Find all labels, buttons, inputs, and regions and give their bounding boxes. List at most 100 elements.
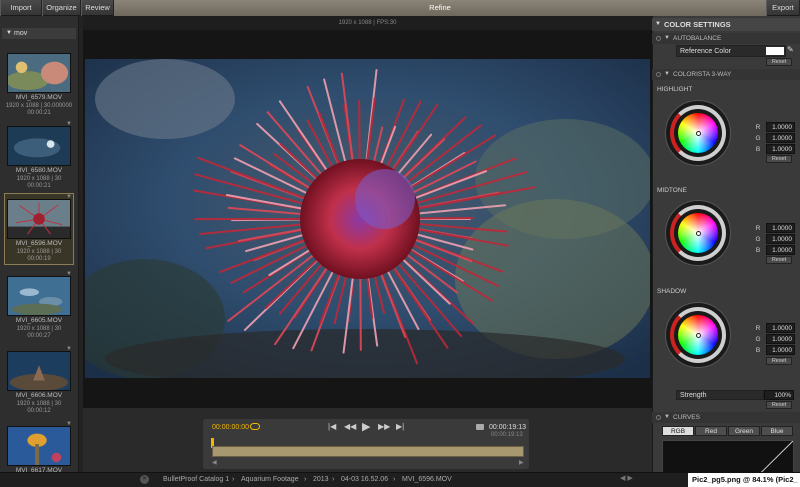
- autobalance-header[interactable]: ▼ AUTOBALANCE: [652, 33, 800, 44]
- trim-right-icon[interactable]: ▶: [519, 459, 524, 466]
- clip-duration: 00:00:21: [27, 110, 51, 116]
- timeline-track[interactable]: [212, 446, 524, 457]
- clip-name: MVI_6580.MOV: [15, 167, 63, 174]
- clip-item[interactable]: MVI_6579.MOV 1920 x 1088 | 30.000000 00:…: [4, 47, 74, 119]
- refine-tab[interactable]: Refine: [114, 0, 766, 16]
- highlight-g-field[interactable]: G 1.0000: [753, 133, 795, 144]
- highlight-r-field[interactable]: R 1.0000: [753, 122, 795, 133]
- midtone-reset-button[interactable]: Reset: [766, 256, 792, 264]
- export-button[interactable]: Export: [766, 0, 800, 16]
- tab-rgb[interactable]: RGB: [662, 426, 694, 436]
- clip-thumbnail: [7, 199, 71, 239]
- play-icon[interactable]: ▶: [362, 420, 370, 433]
- trim-left-icon[interactable]: ◀: [212, 459, 217, 466]
- clip-duration: 00:00:12: [27, 408, 51, 414]
- value[interactable]: 1.0000: [766, 144, 795, 154]
- shadow-reset-button[interactable]: Reset: [766, 357, 792, 365]
- video-info: 1920 x 1088 | FPS:30: [83, 16, 652, 30]
- breadcrumb-separator-icon: ›: [332, 476, 335, 483]
- breadcrumb-separator-icon: ›: [393, 476, 396, 483]
- power-toggle-icon[interactable]: [656, 72, 661, 77]
- collapse-triangle-icon[interactable]: ▼: [664, 33, 670, 44]
- autobalance-reset-button[interactable]: Reset: [766, 58, 792, 66]
- fast-forward-icon[interactable]: ▶▶: [378, 422, 390, 431]
- value[interactable]: 1.0000: [766, 345, 795, 355]
- value[interactable]: 1.0000: [766, 323, 795, 333]
- collapse-triangle-icon[interactable]: ▼: [6, 28, 12, 39]
- clip-item-selected[interactable]: ▼ MVI_6596.MOV 1920 x 1088 | 30 00:00:19: [4, 193, 74, 265]
- strength-input[interactable]: 100%: [764, 390, 794, 400]
- breadcrumb-date[interactable]: 04-03 16.52.06: [341, 473, 388, 487]
- strength-reset-button[interactable]: Reset: [766, 401, 792, 409]
- clip-thumbnail: [7, 426, 71, 466]
- in-timecode[interactable]: 00:00:00:00: [212, 424, 249, 431]
- transport-controls: |◀ ◀◀ ▶ ▶▶ ▶|: [328, 420, 408, 434]
- bin-header[interactable]: ▼ mov: [2, 28, 76, 39]
- midtone-r-field[interactable]: R 1.0000: [753, 223, 795, 234]
- app-window: Import Organize Review Refine Export ▼ m…: [0, 0, 800, 487]
- power-toggle-icon[interactable]: [656, 36, 661, 41]
- power-toggle-icon[interactable]: [656, 415, 661, 420]
- breadcrumb-catalog[interactable]: BulletProof Catalog 1: [163, 473, 229, 487]
- loop-icon[interactable]: [250, 423, 260, 430]
- breadcrumb-folder[interactable]: Aquarium Footage: [241, 473, 299, 487]
- midtone-color-wheel[interactable]: [665, 200, 731, 266]
- midtone-label: MIDTONE: [657, 187, 687, 194]
- shadow-b-field[interactable]: B 1.0000: [753, 345, 795, 356]
- midtone-g-field[interactable]: G 1.0000: [753, 234, 795, 245]
- highlight-label: HIGHLIGHT: [657, 86, 693, 93]
- value[interactable]: 1.0000: [766, 334, 795, 344]
- clip-name: MVI_6579.MOV: [15, 94, 63, 101]
- organize-button[interactable]: Organize: [42, 0, 81, 16]
- collapse-triangle-icon[interactable]: ▼: [664, 69, 670, 80]
- clip-item[interactable]: ▼ MVI_6617.MOV: [4, 420, 74, 474]
- clip-item[interactable]: ▼ MVI_6605.MOV 1920 x 1088 | 30 00:00:27: [4, 270, 74, 342]
- value[interactable]: 1.0000: [766, 133, 795, 143]
- breadcrumb-separator-icon: ›: [304, 476, 307, 483]
- clip-thumbnail: [7, 53, 71, 93]
- colorista-header[interactable]: ▼ COLORISTA 3-WAY: [652, 69, 800, 80]
- collapse-triangle-icon[interactable]: ▼: [664, 412, 670, 423]
- highlight-color-wheel[interactable]: [665, 100, 731, 166]
- shadow-g-field[interactable]: G 1.0000: [753, 334, 795, 345]
- collapse-triangle-icon[interactable]: ▼: [655, 18, 661, 31]
- curves-header[interactable]: ▼ CURVES: [652, 412, 800, 423]
- eyedropper-icon[interactable]: ✎: [787, 45, 794, 54]
- import-button[interactable]: Import: [0, 0, 42, 16]
- midtone-b-field[interactable]: B 1.0000: [753, 245, 795, 256]
- wheel-point[interactable]: [696, 231, 701, 236]
- tab-red[interactable]: Red: [695, 426, 727, 436]
- rewind-icon[interactable]: ◀◀: [344, 422, 356, 431]
- highlight-b-field[interactable]: B 1.0000: [753, 144, 795, 155]
- skip-start-icon[interactable]: |◀: [328, 422, 336, 431]
- highlight-reset-button[interactable]: Reset: [766, 155, 792, 163]
- clip-item[interactable]: ▼ MVI_6580.MOV 1920 x 1088 | 30 00:00:21: [4, 120, 74, 192]
- tab-green[interactable]: Green: [728, 426, 760, 436]
- reference-color-swatch[interactable]: [766, 47, 784, 55]
- value[interactable]: 1.0000: [766, 122, 795, 132]
- skip-end-icon[interactable]: ▶|: [396, 422, 404, 431]
- camera-icon[interactable]: [476, 424, 484, 430]
- status-bar: BulletProof Catalog 1 › Aquarium Footage…: [0, 472, 800, 487]
- nav-arrows-icon[interactable]: ◀ ▶: [620, 474, 633, 482]
- wheel-point[interactable]: [696, 131, 701, 136]
- breadcrumb-file[interactable]: MVI_6596.MOV: [402, 473, 452, 487]
- clip-thumbnail: [7, 351, 71, 391]
- review-button[interactable]: Review: [81, 0, 114, 16]
- clip-thumbnail: [7, 126, 71, 166]
- wheel-point[interactable]: [696, 333, 701, 338]
- clip-name: MVI_6596.MOV: [15, 240, 63, 247]
- shadow-r-field[interactable]: R 1.0000: [753, 323, 795, 334]
- shadow-label: SHADOW: [657, 288, 687, 295]
- video-frame[interactable]: [85, 59, 650, 378]
- color-settings-header[interactable]: ▼ COLOR SETTINGS: [652, 18, 800, 31]
- breadcrumb-year[interactable]: 2013: [313, 473, 329, 487]
- value[interactable]: 1.0000: [766, 223, 795, 233]
- close-icon[interactable]: ✕: [140, 475, 149, 484]
- tab-blue[interactable]: Blue: [761, 426, 793, 436]
- clip-item[interactable]: ▼ MVI_6606.MOV 1920 x 1088 | 30 00:00:12: [4, 345, 74, 417]
- clip-name: MVI_6606.MOV: [15, 392, 63, 399]
- value[interactable]: 1.0000: [766, 234, 795, 244]
- value[interactable]: 1.0000: [766, 245, 795, 255]
- shadow-color-wheel[interactable]: [665, 302, 731, 368]
